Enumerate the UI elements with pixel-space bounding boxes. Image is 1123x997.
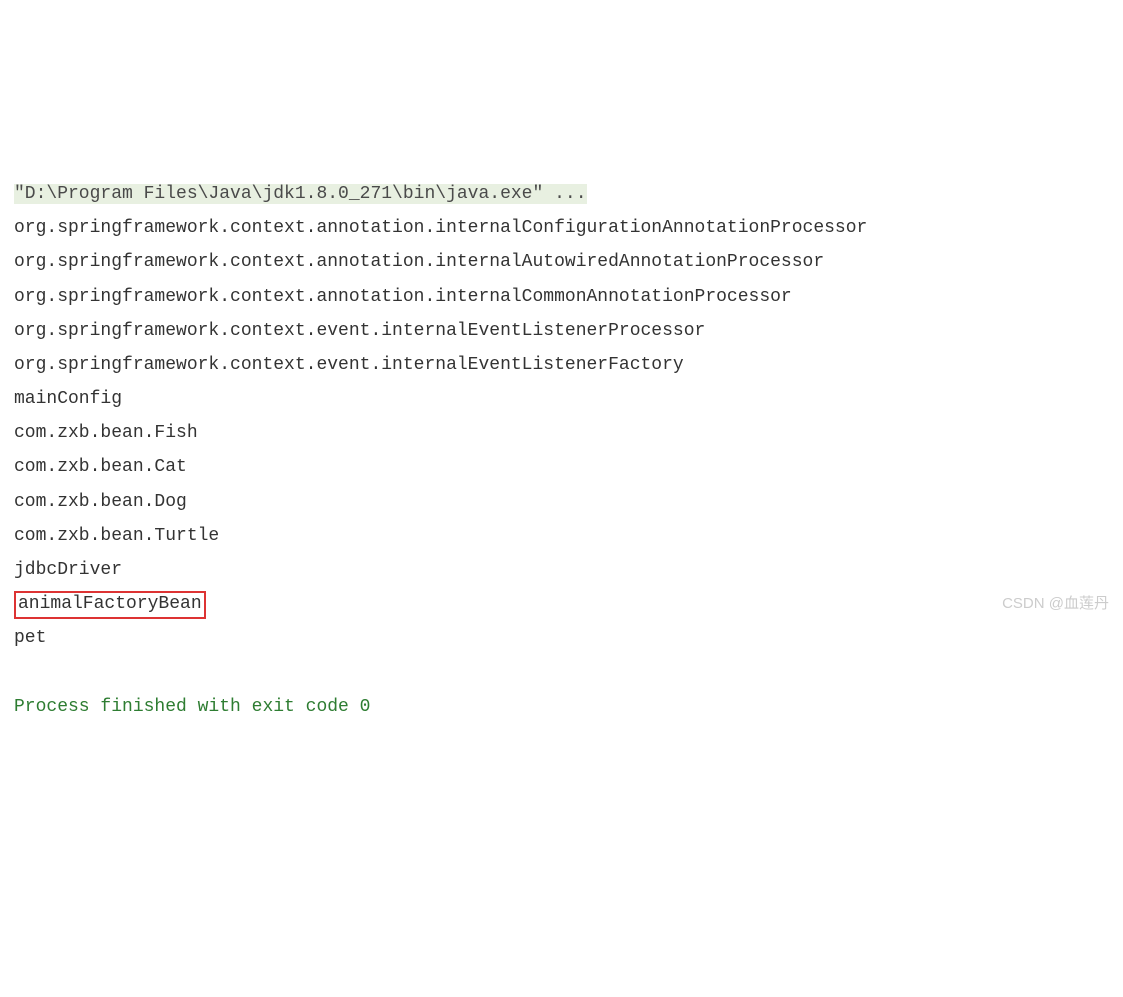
output-line: jdbcDriver [14,553,1109,587]
output-line: org.springframework.context.event.intern… [14,314,1109,348]
output-line: org.springframework.context.annotation.i… [14,245,1109,279]
blank-line [14,656,1109,690]
output-line: pet [14,621,1109,655]
output-line: com.zxb.bean.Cat [14,450,1109,484]
output-line-highlighted-wrapper: animalFactoryBean [14,587,1109,621]
command-line: "D:\Program Files\Java\jdk1.8.0_271\bin\… [14,184,587,204]
output-line: org.springframework.context.annotation.i… [14,211,1109,245]
highlighted-bean: animalFactoryBean [14,591,206,618]
output-line: com.zxb.bean.Fish [14,416,1109,450]
exit-message: Process finished with exit code 0 [14,690,1109,724]
output-line: com.zxb.bean.Dog [14,485,1109,519]
output-line: org.springframework.context.event.intern… [14,348,1109,382]
output-line: org.springframework.context.annotation.i… [14,280,1109,314]
watermark: CSDN @血莲丹 [1002,590,1109,619]
output-line: com.zxb.bean.Turtle [14,519,1109,553]
console-output: "D:\Program Files\Java\jdk1.8.0_271\bin\… [14,143,1109,758]
output-line: mainConfig [14,382,1109,416]
